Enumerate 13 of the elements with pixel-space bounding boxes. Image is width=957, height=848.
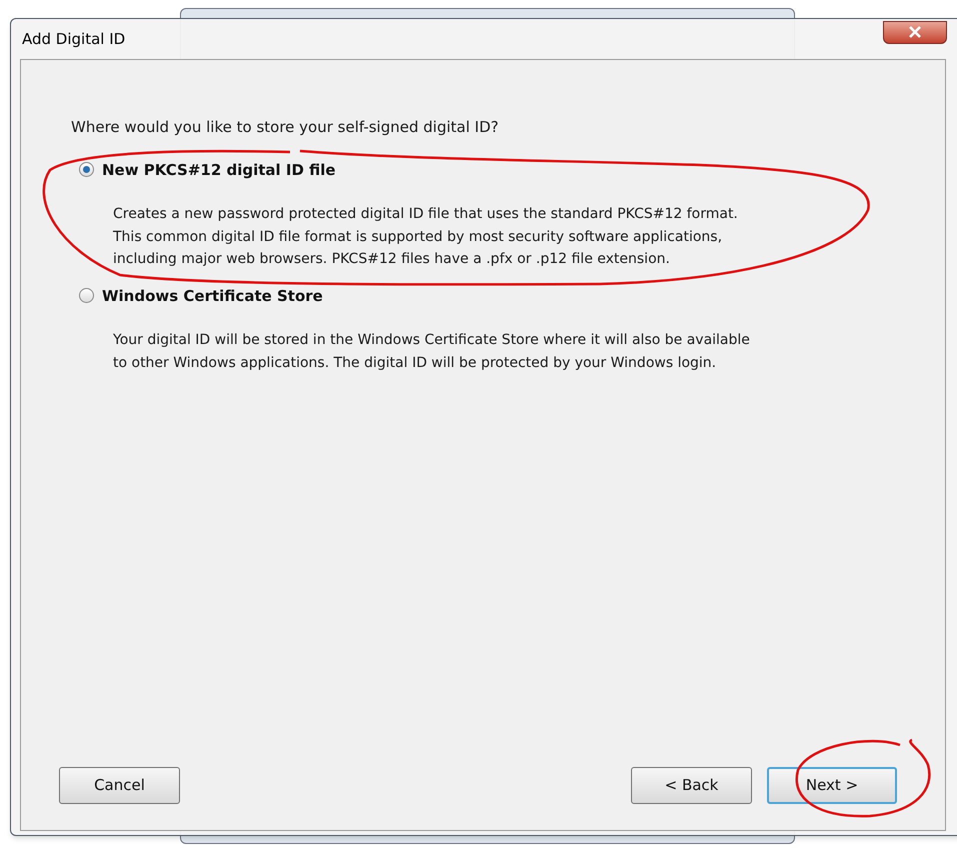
window-title: Add Digital ID: [22, 28, 126, 50]
close-button[interactable]: [883, 20, 947, 44]
option-description: Your digital ID will be stored in the Windows Certificate Store where it will also be available to other Windows applications. The digital ID will be protected by your Windows login.: [113, 331, 751, 372]
question-text: Where would you like to store your self-signed digital ID?: [71, 117, 500, 138]
option-description: Creates a new password protected digital ID file that uses the standard PKCS#12 format. This common digital ID file format is supported by most security software applications, including major web browsers. PKCS#12 files have a .pfx or .p12 file extension.: [113, 205, 739, 269]
dialog-button[interactable]: < Back: [631, 767, 752, 804]
option-label[interactable]: New PKCS#12 digital ID file: [102, 158, 336, 181]
radio-button[interactable]: [79, 162, 94, 178]
option-label[interactable]: Windows Certificate Store: [102, 284, 323, 307]
close-icon: [908, 26, 922, 38]
dialog-button[interactable]: Next >: [767, 767, 897, 804]
radio-button[interactable]: [79, 288, 94, 304]
dialog-button[interactable]: Cancel: [59, 767, 180, 804]
